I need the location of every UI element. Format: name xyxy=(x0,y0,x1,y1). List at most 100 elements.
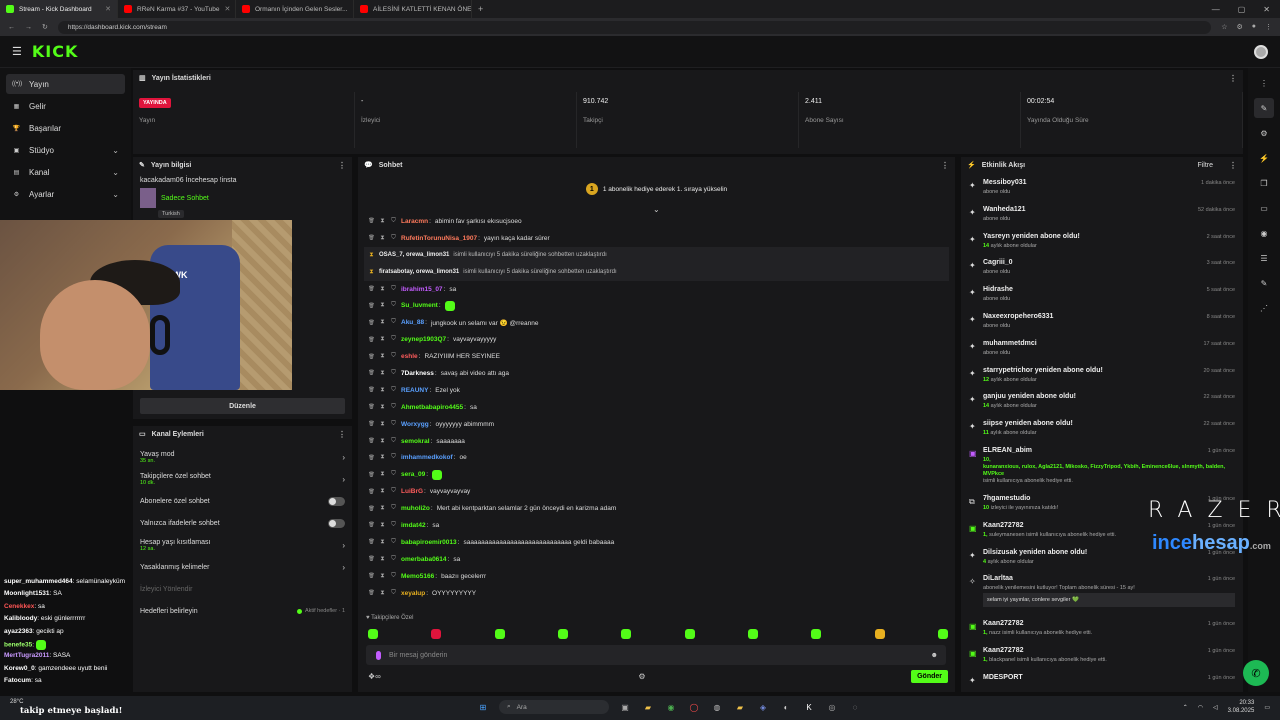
emote-icon[interactable] xyxy=(937,629,948,639)
kick-app-icon[interactable]: K xyxy=(802,700,816,714)
delete-icon[interactable]: 🗑 xyxy=(368,573,375,579)
mic-icon[interactable] xyxy=(376,650,381,660)
wrench-icon[interactable]: ✎ xyxy=(1254,273,1274,293)
timeout-icon[interactable]: ⧗ xyxy=(379,404,386,411)
timeout-icon[interactable]: ⧗ xyxy=(379,438,386,445)
send-button[interactable]: Gönder xyxy=(911,670,948,683)
browser-tab[interactable]: Stream - Kick Dashboard ✕ xyxy=(0,0,118,18)
chevron-right-icon[interactable]: › xyxy=(342,563,345,572)
chat-username[interactable]: imhammedkokof xyxy=(401,454,453,461)
sidebar-item-4[interactable]: ▤ Kanal ⌄ xyxy=(6,162,125,182)
kebab-icon[interactable]: ⋮ xyxy=(941,161,949,170)
delete-icon[interactable]: 🗑 xyxy=(368,506,375,512)
back-icon[interactable]: ← xyxy=(8,24,15,31)
event-title[interactable]: MDESPORT xyxy=(983,674,1023,681)
chat-username[interactable]: LuiBrG xyxy=(401,488,423,495)
steam-icon[interactable]: ◍ xyxy=(710,700,724,714)
event-title[interactable]: Messiboy031 xyxy=(983,179,1027,186)
discord-icon[interactable]: ◈ xyxy=(756,700,770,714)
timeout-icon[interactable]: ⧗ xyxy=(379,353,386,360)
event-title[interactable]: ganjuu yeniden abone oldu! xyxy=(983,393,1076,400)
timeout-icon[interactable]: ⧗ xyxy=(379,336,386,343)
emoji-icon[interactable]: ☻ xyxy=(931,652,938,659)
event-title[interactable]: Kaan272782 xyxy=(983,522,1023,529)
kebab-icon[interactable]: ⋮ xyxy=(338,161,346,170)
delete-icon[interactable]: 🗑 xyxy=(368,404,375,410)
chat-username[interactable]: muholi2o xyxy=(401,505,430,512)
new-tab-icon[interactable]: + xyxy=(472,4,489,14)
event-title[interactable]: Kaan272782 xyxy=(983,620,1023,627)
event-title[interactable]: ELREAN_abim xyxy=(983,447,1032,454)
chat-username[interactable]: babapiroemir0013 xyxy=(401,539,457,546)
notification-icon[interactable]: ▭ xyxy=(1264,704,1270,711)
folder-icon[interactable]: ▰ xyxy=(733,700,747,714)
timeout-icon[interactable]: ⧗ xyxy=(379,505,386,512)
close-tab-icon[interactable]: ✕ xyxy=(105,5,111,13)
sidebar-item-1[interactable]: ▦ Gelir xyxy=(6,96,125,116)
delete-icon[interactable]: 🗑 xyxy=(368,522,375,528)
event-title[interactable]: DiLarltaa xyxy=(983,575,1013,582)
filter-button[interactable]: Filtre xyxy=(1197,162,1213,169)
timeout-icon[interactable]: ⧗ xyxy=(379,573,386,580)
pencil-icon[interactable]: ✎ xyxy=(1254,98,1274,118)
chat-username[interactable]: Su_luvment xyxy=(401,302,438,309)
chat-username[interactable]: OSAS_7, orewa_limon31 xyxy=(379,252,449,258)
timeout-icon[interactable]: ⧗ xyxy=(379,488,386,495)
emote-icon[interactable] xyxy=(874,629,885,639)
chat-username[interactable]: omerbaba0614 xyxy=(401,556,447,563)
infinity-icon[interactable]: ❖∞ xyxy=(368,672,381,681)
maximize-icon[interactable]: ▢ xyxy=(1238,5,1246,14)
event-title[interactable]: Dilsizusak yeniden abone oldu! xyxy=(983,549,1087,556)
chat-username[interactable]: eshle xyxy=(401,353,418,360)
weather-widget[interactable]: 28°C xyxy=(10,699,23,705)
kick-logo[interactable]: KICK xyxy=(32,42,79,61)
channel-action-4[interactable]: Hesap yaşı kısıtlaması 12 sa. › xyxy=(133,534,352,556)
event-title[interactable]: Hidrashe xyxy=(983,286,1013,293)
toggle-switch[interactable] xyxy=(328,518,345,528)
chevron-right-icon[interactable]: › xyxy=(342,541,345,550)
channel-action-1[interactable]: Takipçilere özel sohbet 10 dk. › xyxy=(133,468,352,490)
chevron-right-icon[interactable]: › xyxy=(342,453,345,462)
file-explorer-icon[interactable]: ▰ xyxy=(641,700,655,714)
clock[interactable]: 20:33 3.08.2025 xyxy=(1228,699,1255,715)
delete-icon[interactable]: 🗑 xyxy=(368,286,375,292)
event-title[interactable]: Kaan272782 xyxy=(983,647,1023,654)
chat-settings-icon[interactable]: ⚙ xyxy=(638,672,645,681)
timeout-icon[interactable]: ⧗ xyxy=(379,590,386,597)
close-icon[interactable]: ✕ xyxy=(1263,5,1270,14)
timeout-icon[interactable]: ⧗ xyxy=(379,471,386,478)
sidebar-item-3[interactable]: ▣ Stüdyo ⌄ xyxy=(6,140,125,160)
reload-icon[interactable]: ↻ xyxy=(42,23,48,31)
timeout-icon[interactable]: ⧗ xyxy=(379,454,386,461)
chat-username[interactable]: Laracmn xyxy=(401,218,428,225)
delete-icon[interactable]: 🗑 xyxy=(368,354,375,360)
delete-icon[interactable]: 🗑 xyxy=(368,438,375,444)
chat-username[interactable]: 7Darkness xyxy=(401,370,434,377)
delete-icon[interactable]: 🗑 xyxy=(368,455,375,461)
event-title[interactable]: Yasreyn yeniden abone oldu! xyxy=(983,233,1080,240)
chat-username[interactable]: Memo5166 xyxy=(401,573,434,580)
event-title[interactable]: Cagriii_0 xyxy=(983,259,1013,266)
close-tab-icon[interactable]: ✕ xyxy=(225,5,231,13)
chat-username[interactable]: zeynep1903Q7 xyxy=(401,336,446,343)
emote-icon[interactable] xyxy=(747,629,758,639)
network-icon[interactable]: ◠ xyxy=(1198,704,1203,711)
emote-icon[interactable] xyxy=(494,629,505,639)
task-view-icon[interactable]: ▣ xyxy=(618,700,632,714)
channel-action-0[interactable]: Yavaş mod 35 sn. › xyxy=(133,446,352,468)
broadcast-icon[interactable]: ◉ xyxy=(1254,223,1274,243)
emote-icon[interactable] xyxy=(621,629,632,639)
delete-icon[interactable]: 🗑 xyxy=(368,472,375,478)
delete-icon[interactable]: 🗑 xyxy=(368,539,375,545)
settings-icon[interactable]: ⚙ xyxy=(1254,123,1274,143)
chat-username[interactable]: firatsabotay, orewa_limon31 xyxy=(379,269,459,275)
browser-tab[interactable]: AİLESİNİ KATLETTİ KENAN ÖNEL...✕ xyxy=(354,0,472,18)
sidebar-item-2[interactable]: 🏆 Başarılar xyxy=(6,118,125,138)
toggle-switch[interactable] xyxy=(328,496,345,506)
event-title[interactable]: 7hgamestudio xyxy=(983,495,1030,502)
chat-username[interactable]: REAUNY xyxy=(401,387,428,394)
edit-button[interactable]: Düzenle xyxy=(140,398,345,414)
list-icon[interactable]: ☰ xyxy=(1254,248,1274,268)
delete-icon[interactable]: 🗑 xyxy=(368,303,375,309)
chat-username[interactable]: semokral xyxy=(401,438,430,445)
